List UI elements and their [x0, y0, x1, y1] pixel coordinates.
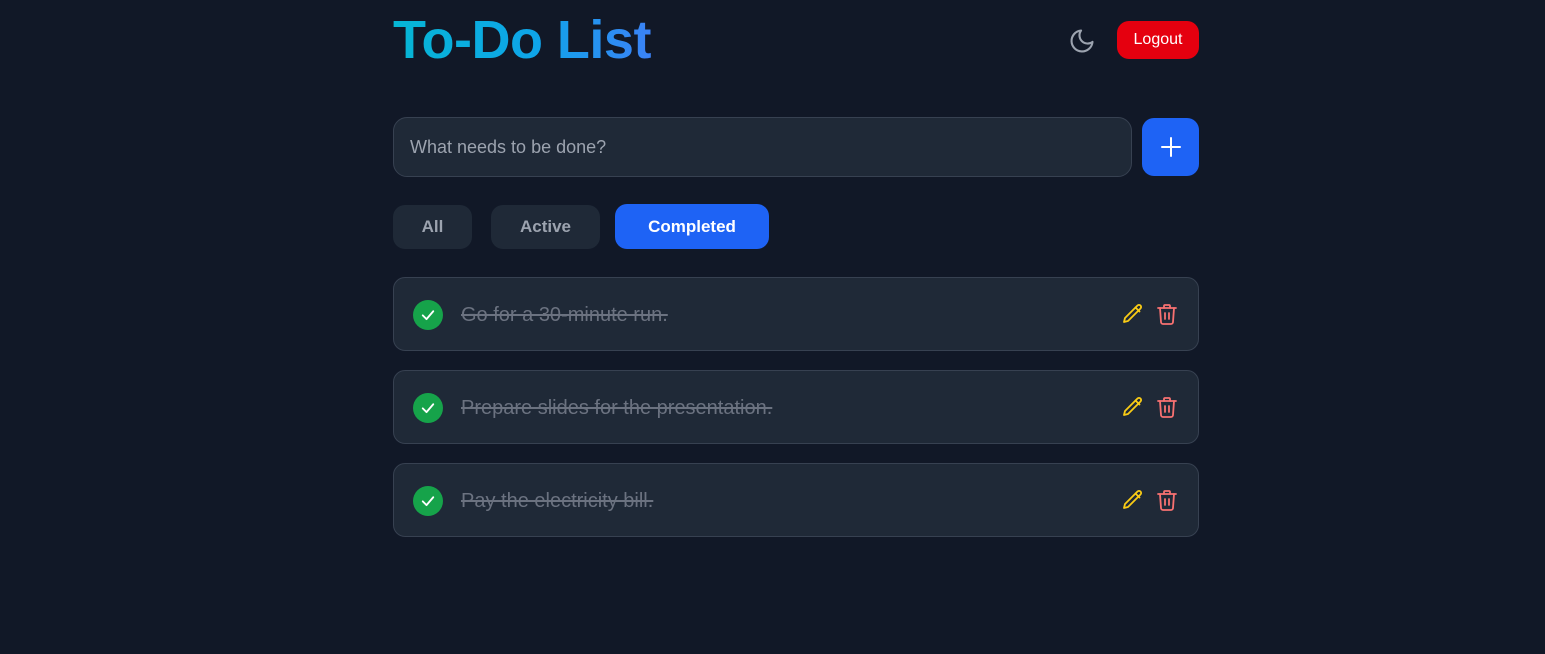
- filter-completed-button[interactable]: Completed: [615, 204, 769, 249]
- todo-app: To-Do List Logout All Active Completed: [393, 0, 1199, 537]
- delete-button[interactable]: [1154, 394, 1180, 420]
- plus-icon: [1142, 135, 1199, 159]
- check-icon: [413, 399, 443, 417]
- theme-toggle-button[interactable]: [1068, 27, 1096, 55]
- todo-item: Prepare slides for the presentation.: [393, 370, 1199, 444]
- add-task-row: [393, 117, 1199, 177]
- edit-button[interactable]: [1120, 487, 1146, 513]
- logout-button[interactable]: Logout: [1117, 21, 1199, 59]
- moon-icon: [1068, 27, 1096, 55]
- new-task-input[interactable]: [393, 117, 1132, 177]
- check-icon: [413, 492, 443, 510]
- pencil-icon: [1120, 488, 1146, 512]
- add-task-button[interactable]: [1142, 118, 1199, 176]
- todo-text: Go for a 30-minute run.: [461, 304, 668, 326]
- header: To-Do List Logout: [393, 0, 1199, 80]
- filter-active-button[interactable]: Active: [491, 205, 600, 249]
- todo-text: Prepare slides for the presentation.: [461, 397, 773, 419]
- complete-toggle[interactable]: [413, 393, 443, 423]
- todo-text: Pay the electricity bill.: [461, 490, 654, 512]
- trash-icon: [1154, 488, 1180, 512]
- page-title: To-Do List: [393, 10, 651, 70]
- todo-list: Go for a 30-minute run. Prepare slides f…: [393, 277, 1199, 556]
- edit-button[interactable]: [1120, 394, 1146, 420]
- pencil-icon: [1120, 395, 1146, 419]
- pencil-icon: [1120, 302, 1146, 326]
- filter-all-button[interactable]: All: [393, 205, 472, 249]
- todo-item: Pay the electricity bill.: [393, 463, 1199, 537]
- trash-icon: [1154, 302, 1180, 326]
- check-icon: [413, 306, 443, 324]
- todo-item: Go for a 30-minute run.: [393, 277, 1199, 351]
- edit-button[interactable]: [1120, 301, 1146, 327]
- complete-toggle[interactable]: [413, 486, 443, 516]
- complete-toggle[interactable]: [413, 300, 443, 330]
- delete-button[interactable]: [1154, 487, 1180, 513]
- delete-button[interactable]: [1154, 301, 1180, 327]
- trash-icon: [1154, 395, 1180, 419]
